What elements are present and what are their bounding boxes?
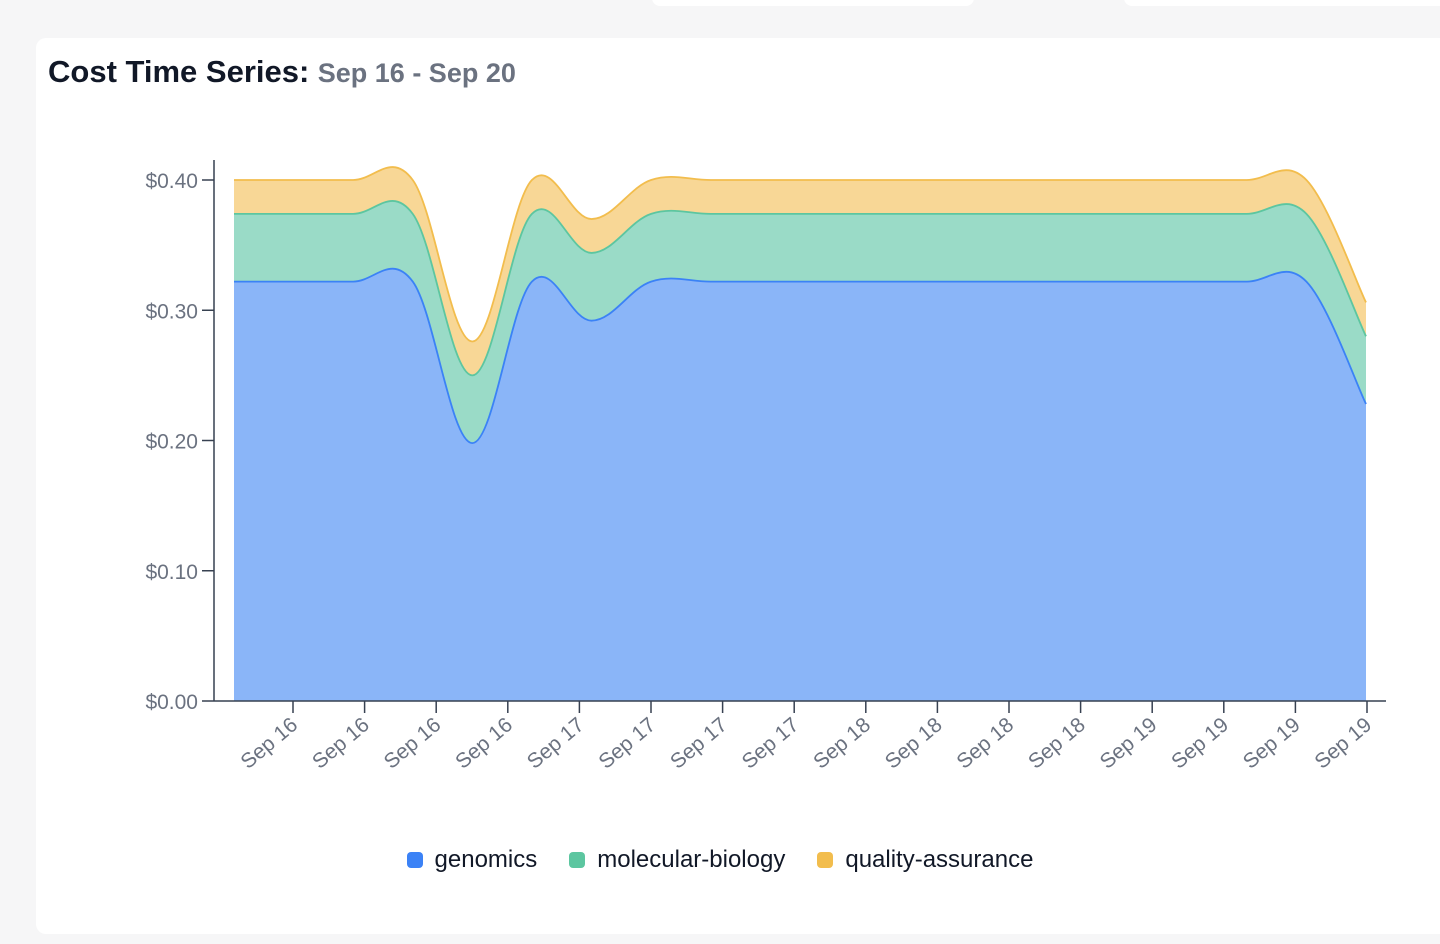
x-tick-label: Sep 18 <box>1024 713 1090 773</box>
x-tick-label: Sep 16 <box>451 713 517 773</box>
x-tick-label: Sep 19 <box>1167 713 1233 773</box>
legend-item-quality-assurance[interactable]: quality-assurance <box>817 846 1033 874</box>
legend-label-genomics: genomics <box>434 846 538 873</box>
y-tick-label: $0.10 <box>145 561 198 584</box>
legend-swatch-molecular-biology <box>569 852 586 868</box>
x-tick-label: Sep 19 <box>1239 713 1305 773</box>
cost-area-chart: $0.00$0.10$0.20$0.30$0.40Sep 16 Sep 16 Sep… <box>145 160 1386 774</box>
legend-item-molecular-biology[interactable]: molecular-biology <box>569 846 785 874</box>
legend-label-quality-assurance: quality-assurance <box>845 846 1034 873</box>
x-tick-label: Sep 17 <box>523 713 589 773</box>
legend-label-molecular-biology: molecular-biology <box>597 846 786 873</box>
y-tick-label: $0.40 <box>145 170 198 193</box>
legend-item-genomics[interactable]: genomics <box>406 846 538 874</box>
x-tick-label: Sep 19 <box>1310 713 1376 773</box>
x-tick-label: Sep 16 <box>236 713 302 773</box>
y-tick-label: $0.20 <box>145 431 198 454</box>
x-tick-label: Sep 17 <box>594 713 660 773</box>
x-tick-label: Sep 17 <box>738 713 804 773</box>
legend-swatch-quality-assurance <box>817 852 834 868</box>
x-tick-label: Sep 18 <box>809 713 875 773</box>
x-tick-label: Sep 18 <box>881 713 947 773</box>
legend-swatch-genomics <box>406 852 423 868</box>
y-tick-label: $0.30 <box>145 300 198 323</box>
x-tick-label: Sep 17 <box>666 713 732 773</box>
area-genomics <box>234 268 1366 701</box>
x-tick-label: Sep 19 <box>1096 713 1162 773</box>
chart-legend: genomics molecular-biology quality-assur… <box>0 846 1440 874</box>
y-tick-label: $0.00 <box>145 691 198 714</box>
x-tick-label: Sep 18 <box>952 713 1018 773</box>
x-tick-label: Sep 16 <box>380 713 446 773</box>
chart-areas <box>233 166 1367 701</box>
x-tick-label: Sep 16 <box>308 713 374 773</box>
